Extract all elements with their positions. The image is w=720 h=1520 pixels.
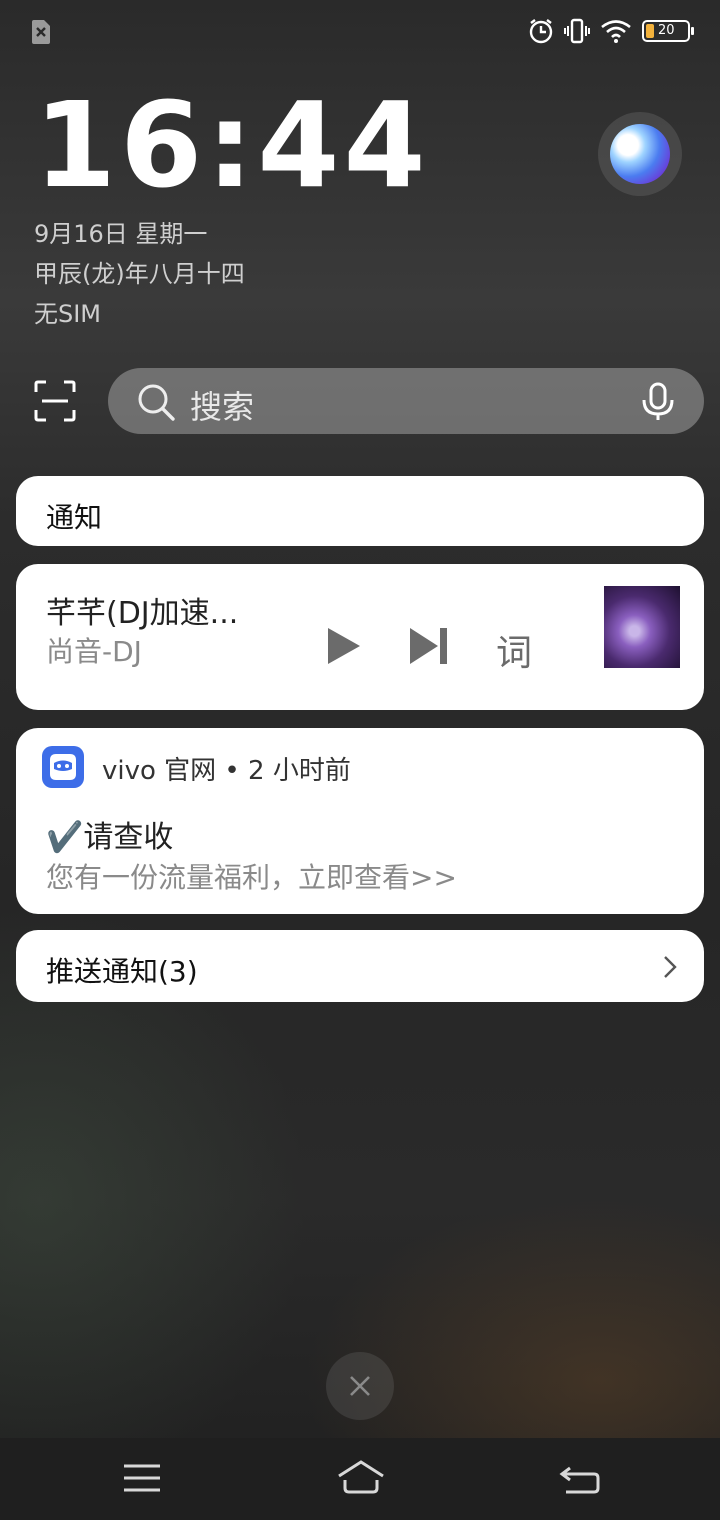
- battery-icon: 20: [642, 20, 694, 42]
- alarm-icon: [529, 19, 553, 44]
- music-artist: 尚音-DJ: [46, 635, 142, 668]
- home-icon[interactable]: [336, 1458, 386, 1498]
- lyrics-button[interactable]: 词: [496, 624, 532, 676]
- battery-level: 20: [658, 23, 675, 38]
- music-title: 芊芊(DJ加速...: [46, 596, 239, 631]
- album-art: [604, 586, 680, 668]
- clock-time: 16:44: [34, 76, 430, 214]
- vibrate-icon: [564, 18, 590, 44]
- wifi-icon: [601, 20, 631, 43]
- microphone-icon[interactable]: [640, 382, 676, 422]
- status-bar: 20: [0, 0, 720, 64]
- back-icon[interactable]: [558, 1458, 602, 1498]
- scan-icon[interactable]: [34, 380, 76, 422]
- music-player-card[interactable]: 芊芊(DJ加速... 尚音-DJ 词: [16, 564, 704, 710]
- date-label: 9月16日 星期一: [34, 220, 208, 248]
- navigation-bar: [0, 1438, 720, 1520]
- notification-title: ✔️请查收: [46, 820, 174, 855]
- notifications-header: 通知: [46, 501, 103, 534]
- close-icon: [350, 1376, 370, 1396]
- notification-app-meta: vivo 官网 • 2 小时前: [102, 756, 351, 786]
- search-bar[interactable]: 搜索: [108, 368, 704, 434]
- search-icon: [138, 384, 175, 421]
- notifications-header-card: 通知: [16, 476, 704, 546]
- push-notifications-label: 推送通知(3): [46, 955, 198, 988]
- vivo-notification-card[interactable]: vivo 官网 • 2 小时前 ✔️请查收 您有一份流量福利，立即查看>>: [16, 728, 704, 914]
- assistant-icon: [610, 124, 670, 184]
- clear-notifications-button[interactable]: [326, 1352, 394, 1420]
- lunar-date-label: 甲辰(龙)年八月十四: [34, 260, 245, 288]
- battery-fill: [646, 24, 654, 38]
- vivo-app-icon: [42, 746, 84, 788]
- push-notifications-group[interactable]: 推送通知(3): [16, 930, 704, 1002]
- status-icons: 20: [528, 18, 694, 44]
- assistant-button[interactable]: [598, 112, 682, 196]
- menu-icon[interactable]: [120, 1458, 164, 1498]
- sim-status-label: 无SIM: [34, 300, 102, 328]
- skip-next-icon[interactable]: [408, 626, 450, 666]
- notification-body: 您有一份流量福利，立即查看>>: [46, 861, 457, 894]
- search-placeholder: 搜索: [190, 388, 255, 426]
- no-sim-icon: [32, 20, 50, 44]
- chevron-right-icon: [664, 956, 677, 978]
- play-icon[interactable]: [324, 626, 364, 666]
